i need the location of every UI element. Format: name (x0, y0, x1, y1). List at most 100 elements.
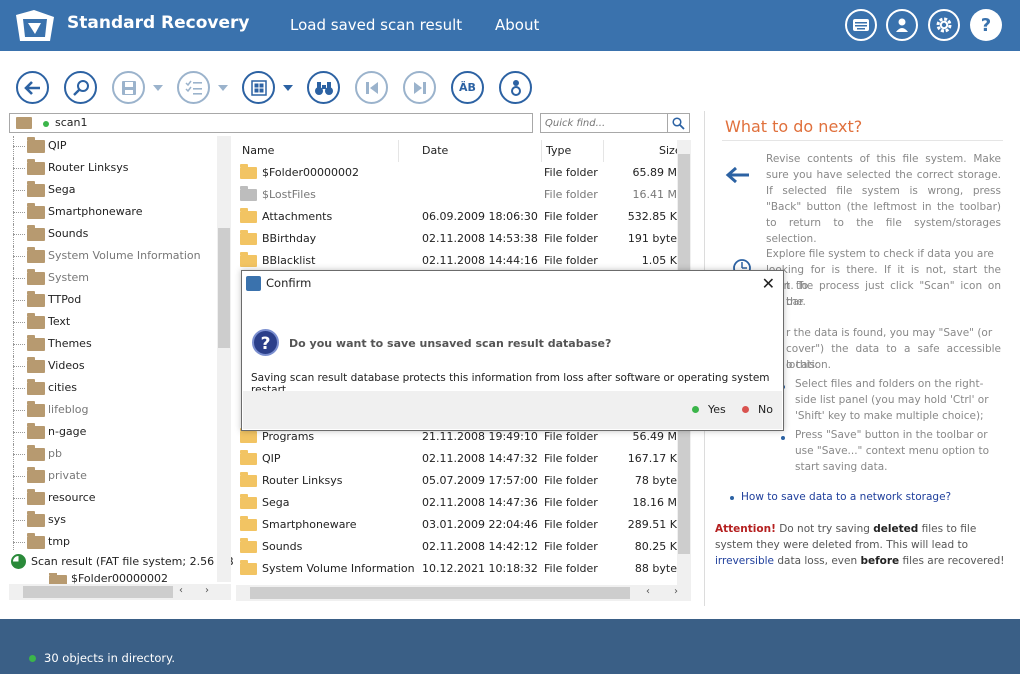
cell-date: 02.11.2008 14:53:38 (422, 232, 538, 245)
select-button[interactable] (177, 71, 210, 104)
folder-icon (49, 573, 67, 584)
quick-find-button[interactable] (667, 114, 689, 132)
scrollbar-thumb[interactable] (218, 228, 230, 348)
quick-find-input[interactable] (541, 114, 668, 132)
next-button[interactable] (403, 71, 436, 104)
about-link[interactable]: About (495, 16, 539, 34)
network-storage-link[interactable]: How to save data to a network storage? (741, 491, 951, 503)
cell-size: 88 byte (634, 562, 677, 575)
table-row[interactable]: $Folder00000002 File folder 65.89 M (236, 162, 677, 184)
scan-button[interactable] (64, 71, 97, 104)
bullet-icon (730, 496, 734, 500)
keyboard-button[interactable] (845, 9, 877, 41)
view-dropdown-caret[interactable] (283, 85, 293, 91)
help-button[interactable]: ? (970, 9, 1002, 41)
tree-item-label: $Folder00000002 (71, 573, 168, 584)
tree-item-label: System (48, 271, 90, 284)
table-row[interactable]: BBirthday 02.11.2008 14:53:38 File folder 1… (236, 228, 677, 250)
table-row[interactable]: $LostFiles File folder 16.41 M (236, 184, 677, 206)
tree-item[interactable]: Videos (9, 356, 219, 378)
quick-find (540, 113, 690, 133)
attention-label: Attention! (715, 523, 776, 535)
find-button[interactable] (307, 71, 340, 104)
tree-line (13, 290, 14, 312)
table-row[interactable]: QIP 02.11.2008 14:47:32 File folder 167.17 … (236, 448, 677, 470)
column-header-type[interactable]: Type (540, 140, 604, 162)
folder-icon (240, 208, 257, 223)
folder-icon (240, 428, 257, 443)
tree-item-label: QIP (48, 139, 67, 152)
table-row[interactable]: Smartphoneware 03.01.2009 22:04:46 File fo… (236, 514, 677, 536)
scrollbar-thumb[interactable] (250, 587, 630, 599)
table-row[interactable]: Router Linksys 05.07.2009 17:57:00 File fo… (236, 470, 677, 492)
previous-button[interactable] (355, 71, 388, 104)
tree-item-label: sys (48, 513, 66, 526)
user-icon (896, 18, 908, 32)
scroll-right-icon[interactable]: › (205, 585, 209, 596)
close-icon[interactable]: ✕ (762, 274, 775, 293)
folder-icon (240, 494, 257, 509)
tree-item[interactable]: Smartphoneware (9, 202, 219, 224)
column-header-name[interactable]: Name (236, 140, 399, 162)
tree-item[interactable]: Themes (9, 334, 219, 356)
tree-item-partial[interactable]: $Folder00000002 (9, 573, 219, 584)
table-row[interactable]: BBlacklist 02.11.2008 14:44:16 File folder… (236, 250, 677, 272)
save-button[interactable] (112, 71, 145, 104)
tree-line (13, 410, 25, 411)
tree-item[interactable]: QIP (9, 136, 219, 158)
list-horizontal-scrollbar[interactable]: ‹ › (236, 585, 691, 601)
scan-result-node[interactable]: Scan result (FAT file system; 2.56 GB in (9, 551, 247, 573)
user-button[interactable] (886, 9, 918, 41)
tree-item[interactable]: Router Linksys (9, 158, 219, 180)
scroll-left-icon[interactable]: ‹ (179, 585, 183, 596)
tree-item[interactable]: private (9, 466, 219, 488)
tree-vertical-scrollbar[interactable] (217, 136, 231, 582)
no-button[interactable]: No (742, 403, 773, 416)
tree-item[interactable]: System Volume Information (9, 246, 219, 268)
table-row[interactable]: Sega 02.11.2008 14:47:36 File folder 18.16 … (236, 492, 677, 514)
back-button[interactable] (16, 71, 49, 104)
tree-item[interactable]: resource (9, 488, 219, 510)
load-saved-scan-link[interactable]: Load saved scan result (290, 16, 462, 34)
view-button[interactable] (242, 71, 275, 104)
tree-item[interactable]: Sega (9, 180, 219, 202)
table-row[interactable]: Attachments 06.09.2009 18:06:30 File folde… (236, 206, 677, 228)
tree-item[interactable]: Sounds (9, 224, 219, 246)
table-row[interactable]: System Volume Information 10.12.2021 10:1… (236, 558, 677, 580)
grid-view-icon (250, 79, 267, 96)
tree-line (13, 202, 14, 224)
folder-icon (27, 291, 45, 307)
yes-button[interactable]: Yes (692, 403, 726, 416)
app-header: Standard Recovery Load saved scan result… (0, 0, 1020, 51)
tree-item[interactable]: TTPod (9, 290, 219, 312)
address-bar[interactable]: scan1 (9, 113, 533, 133)
cell-type: File folder (544, 518, 598, 531)
column-header-size[interactable]: Size (653, 140, 677, 162)
tree-item[interactable]: lifeblog (9, 400, 219, 422)
table-row[interactable]: Sounds 02.11.2008 14:42:12 File folder 80.2… (236, 536, 677, 558)
scroll-right-icon[interactable]: › (674, 586, 678, 597)
tree-item-label: n-gage (48, 425, 87, 438)
encoding-button[interactable]: ÄB (451, 71, 484, 104)
cell-date: 10.12.2021 10:18:32 (422, 562, 538, 575)
cell-date: 02.11.2008 14:42:12 (422, 540, 538, 553)
status-bar: 30 objects in directory. (0, 619, 1020, 674)
column-header-date[interactable]: Date (416, 140, 542, 162)
tree-line (13, 180, 14, 202)
scroll-left-icon[interactable]: ‹ (646, 586, 650, 597)
tree-item[interactable]: System (9, 268, 219, 290)
tree-item[interactable]: Text (9, 312, 219, 334)
scrollbar-thumb[interactable] (23, 586, 173, 598)
select-dropdown-caret[interactable] (218, 85, 228, 91)
back-arrow-icon (725, 166, 749, 184)
folder-icon (27, 203, 45, 219)
properties-button[interactable] (499, 71, 532, 104)
tree-horizontal-scrollbar[interactable]: ‹ › (9, 584, 231, 600)
cell-type: File folder (544, 540, 598, 553)
save-dropdown-caret[interactable] (153, 85, 163, 91)
tree-item[interactable]: n-gage (9, 422, 219, 444)
tree-item[interactable]: sys (9, 510, 219, 532)
settings-button[interactable] (928, 9, 960, 41)
tree-item[interactable]: cities (9, 378, 219, 400)
tree-item[interactable]: pb (9, 444, 219, 466)
